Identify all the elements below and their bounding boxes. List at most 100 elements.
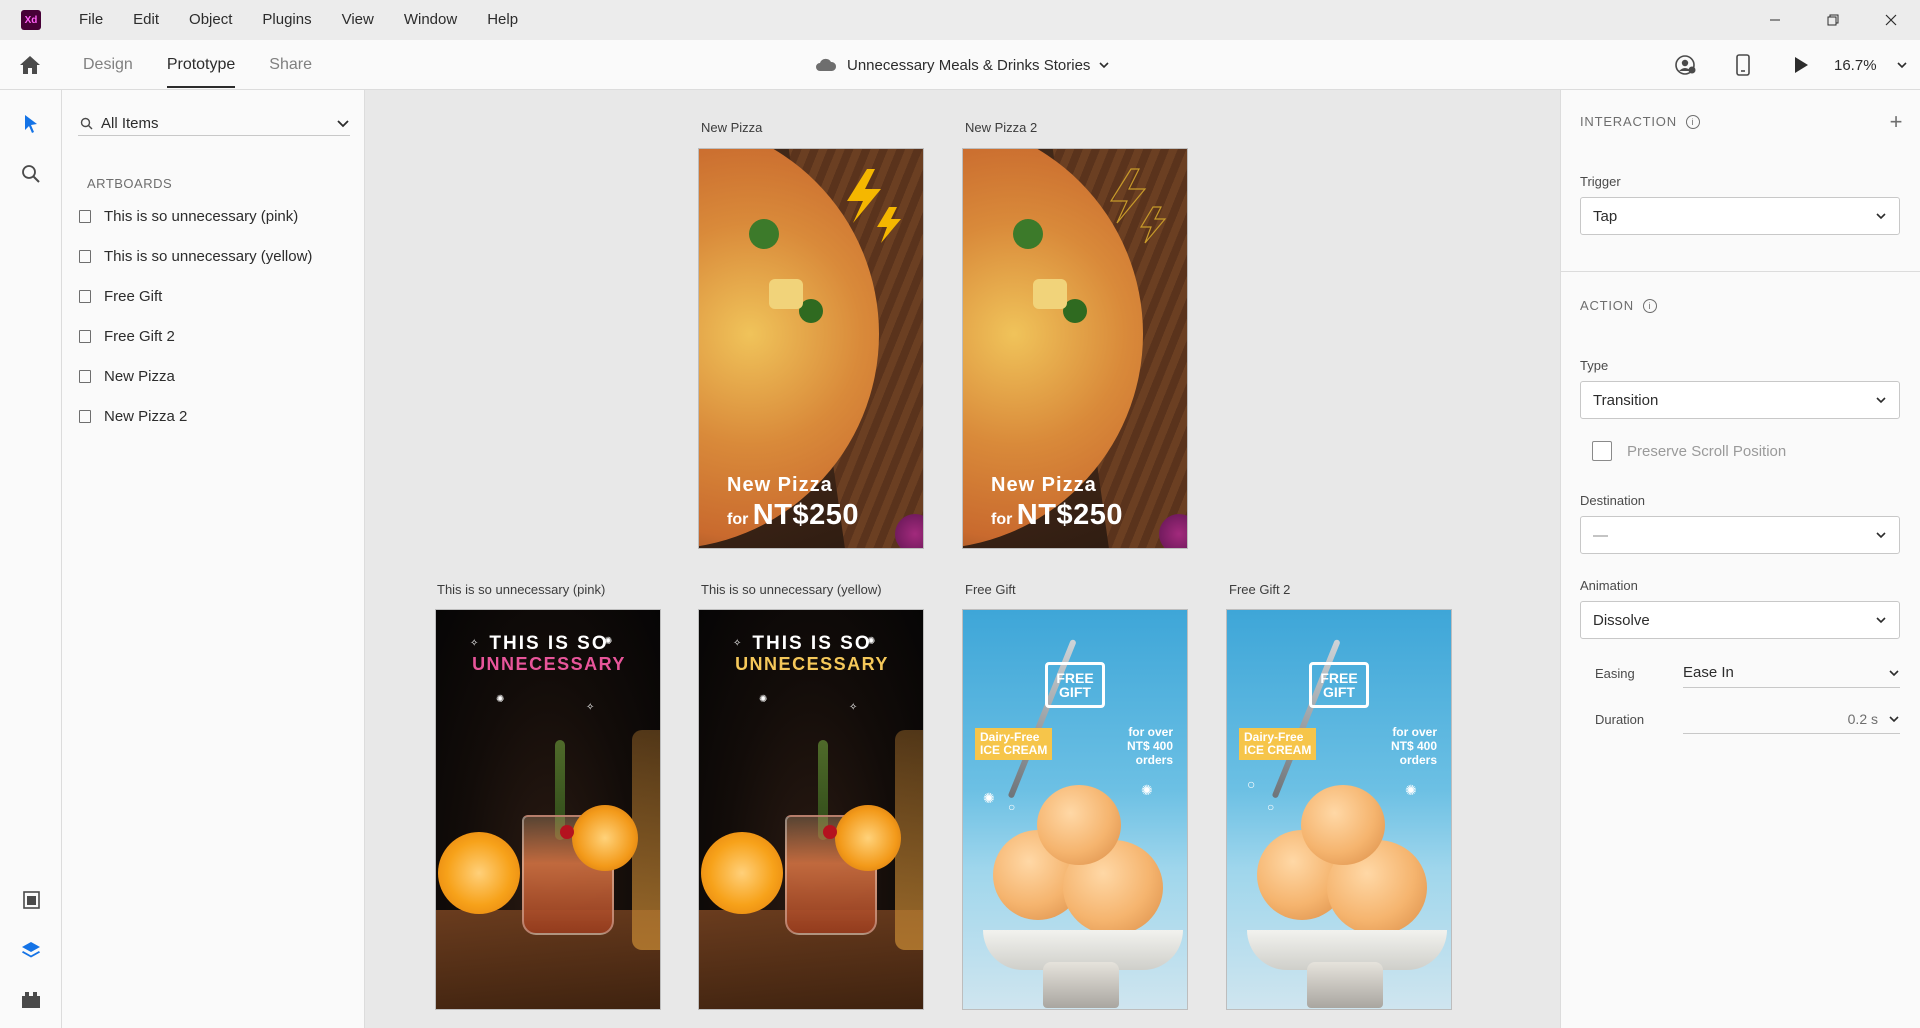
pizza-headline: New Pizza for NT$250 bbox=[991, 475, 1123, 530]
info-icon[interactable]: i bbox=[1685, 114, 1700, 129]
duration-row: Duration 0.2 s bbox=[1595, 704, 1900, 734]
preserve-scroll-row[interactable]: Preserve Scroll Position bbox=[1592, 441, 1786, 461]
property-inspector: INTERACTION i + Trigger Tap ACTION i Typ… bbox=[1560, 90, 1920, 1028]
chevron-down-icon bbox=[1876, 617, 1886, 624]
artboard-unnecessary-pink[interactable]: THIS IS SO UNNECESSARY ✧ ✺ ✺ ✧ bbox=[435, 609, 661, 1010]
pizza-price-line: for NT$250 bbox=[991, 501, 1123, 530]
dairy-free-tag: Dairy-Free ICE CREAM bbox=[975, 728, 1053, 761]
orange-garnish bbox=[835, 805, 901, 871]
chevron-down-icon bbox=[1889, 669, 1899, 676]
zoom-tool-button[interactable] bbox=[19, 162, 43, 186]
preserve-scroll-checkbox[interactable] bbox=[1592, 441, 1612, 461]
destination-value: — bbox=[1593, 526, 1608, 544]
menu-window[interactable]: Window bbox=[389, 0, 472, 40]
animation-label: Animation bbox=[1580, 578, 1638, 593]
menu-edit[interactable]: Edit bbox=[118, 0, 174, 40]
restore-button[interactable] bbox=[1804, 0, 1862, 40]
minimize-button[interactable] bbox=[1746, 0, 1804, 40]
artboard-title[interactable]: This is so unnecessary (yellow) bbox=[701, 582, 882, 597]
offer-line1: for over bbox=[1128, 725, 1173, 739]
artboard-icon bbox=[79, 409, 91, 423]
orange-slice bbox=[438, 832, 520, 914]
document-assets-button[interactable] bbox=[19, 888, 43, 912]
offer-text: for over NT$ 400 orders bbox=[1391, 725, 1437, 767]
artboard-list-item[interactable]: New Pizza 2 bbox=[78, 396, 348, 436]
layers-button[interactable] bbox=[19, 938, 43, 962]
info-icon[interactable]: i bbox=[1642, 298, 1657, 313]
artboard-list: This is so unnecessary (pink) This is so… bbox=[78, 196, 348, 436]
sparkle-icon: ✺ bbox=[759, 694, 768, 705]
easing-row: Easing Ease In bbox=[1595, 658, 1900, 688]
tab-share[interactable]: Share bbox=[252, 40, 329, 90]
artboard-list-item[interactable]: New Pizza bbox=[78, 356, 348, 396]
select-tool-button[interactable] bbox=[19, 112, 43, 136]
home-button[interactable] bbox=[18, 54, 42, 76]
xd-logo-icon: Xd bbox=[21, 10, 41, 30]
artboard-icon bbox=[79, 209, 91, 223]
document-title-menu[interactable]: Unnecessary Meals & Drinks Stories bbox=[815, 40, 1110, 90]
pizza-headline: New Pizza for NT$250 bbox=[727, 475, 859, 530]
menu-plugins[interactable]: Plugins bbox=[247, 0, 326, 40]
artboard-title[interactable]: New Pizza bbox=[701, 120, 762, 135]
artboard-title[interactable]: New Pizza 2 bbox=[965, 120, 1037, 135]
design-canvas[interactable]: New Pizza New Pizza for NT$250 New Pizza… bbox=[365, 90, 1560, 1028]
menu-file[interactable]: File bbox=[64, 0, 118, 40]
artboard-icon bbox=[79, 369, 91, 383]
chevron-down-icon bbox=[1099, 62, 1109, 69]
menu-view[interactable]: View bbox=[327, 0, 389, 40]
layers-panel: All Items ARTBOARDS This is so unnecessa… bbox=[62, 90, 365, 1028]
tab-design[interactable]: Design bbox=[66, 40, 150, 90]
artboard-title[interactable]: Free Gift 2 bbox=[1229, 582, 1290, 597]
artboard-list-item[interactable]: Free Gift bbox=[78, 276, 348, 316]
artboard-list-label: This is so unnecessary (yellow) bbox=[104, 247, 313, 265]
artboard-list-item[interactable]: This is so unnecessary (yellow) bbox=[78, 236, 348, 276]
animation-dropdown[interactable]: Dissolve bbox=[1580, 601, 1900, 639]
tab-prototype[interactable]: Prototype bbox=[150, 40, 252, 90]
divider bbox=[1561, 271, 1920, 272]
artboard-unnecessary-yellow[interactable]: THIS IS SO UNNECESSARY ✧ ✺ ✺ ✧ bbox=[698, 609, 924, 1010]
free-gift-badge: FREE GIFT bbox=[1309, 662, 1369, 708]
device-preview-button[interactable] bbox=[1714, 40, 1772, 90]
badge-text: FREE GIFT bbox=[1056, 670, 1094, 700]
close-button[interactable] bbox=[1862, 0, 1920, 40]
menu-help[interactable]: Help bbox=[472, 0, 533, 40]
artboard-list-item[interactable]: Free Gift 2 bbox=[78, 316, 348, 356]
circle-icon: ○ bbox=[1008, 800, 1016, 814]
add-interaction-button[interactable]: + bbox=[1884, 109, 1908, 134]
artboard-title[interactable]: Free Gift bbox=[965, 582, 1016, 597]
easing-dropdown[interactable]: Ease In bbox=[1683, 658, 1900, 688]
circle-icon: ○ bbox=[1247, 776, 1256, 792]
sparkle-icon: ✺ bbox=[1141, 782, 1153, 798]
layers-filter-dropdown[interactable]: All Items bbox=[78, 112, 350, 136]
chevron-down-icon bbox=[1876, 213, 1886, 220]
tag-line2: ICE CREAM bbox=[1244, 743, 1312, 758]
pizza-for-text: for bbox=[991, 511, 1013, 528]
artboard-list-item[interactable]: This is so unnecessary (pink) bbox=[78, 196, 348, 236]
menu-object[interactable]: Object bbox=[174, 0, 247, 40]
duration-dropdown[interactable]: 0.2 s bbox=[1683, 704, 1900, 734]
artboard-new-pizza[interactable]: New Pizza for NT$250 bbox=[698, 148, 924, 549]
trigger-dropdown[interactable]: Tap bbox=[1580, 197, 1900, 235]
top-toolbar: Design Prototype Share Unnecessary Meals… bbox=[0, 40, 1920, 90]
orange-garnish bbox=[572, 805, 638, 871]
destination-dropdown[interactable]: — bbox=[1580, 516, 1900, 554]
artboard-new-pizza-2[interactable]: New Pizza for NT$250 bbox=[962, 148, 1188, 549]
artboard-title[interactable]: This is so unnecessary (pink) bbox=[437, 582, 605, 597]
sparkle-icon: ✧ bbox=[849, 702, 858, 713]
type-dropdown[interactable]: Transition bbox=[1580, 381, 1900, 419]
window-controls bbox=[1746, 0, 1920, 40]
play-preview-button[interactable] bbox=[1772, 40, 1830, 90]
arrow-pointer-icon bbox=[25, 115, 37, 133]
plugins-button[interactable] bbox=[19, 988, 43, 1012]
share-user-button[interactable] bbox=[1656, 40, 1714, 90]
artboard-free-gift[interactable]: FREE GIFT Dairy-Free ICE CREAM for over NT… bbox=[962, 609, 1188, 1010]
cocktail-headline-line2: UNNECESSARY bbox=[472, 653, 626, 674]
zoom-dropdown[interactable]: 16.7% bbox=[1830, 57, 1920, 74]
trigger-label: Trigger bbox=[1580, 174, 1621, 189]
artboard-free-gift-2[interactable]: FREE GIFT Dairy-Free ICE CREAM for over NT… bbox=[1226, 609, 1452, 1010]
adobe-xd-window: Xd File Edit Object Plugins View Window … bbox=[0, 0, 1920, 1028]
cherry bbox=[823, 825, 837, 839]
phone-icon bbox=[1736, 54, 1750, 76]
restore-icon bbox=[1827, 14, 1839, 26]
artboard-icon bbox=[79, 289, 91, 303]
